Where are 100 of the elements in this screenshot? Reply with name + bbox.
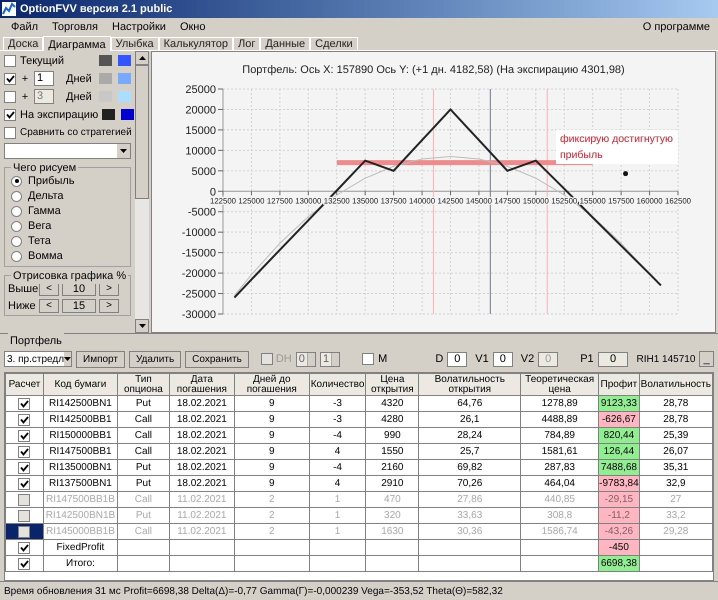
color-swatch[interactable] (99, 73, 112, 84)
checkbox[interactable] (4, 126, 16, 139)
menu-item[interactable]: Настройки (105, 18, 173, 36)
column-header[interactable]: Расчет (6, 374, 44, 396)
days-field[interactable]: 3 (34, 89, 54, 104)
color-swatch[interactable] (102, 109, 116, 120)
table-cell: 6698,38 (598, 556, 640, 572)
checkbox[interactable] (4, 90, 16, 103)
checkbox[interactable] (4, 72, 16, 85)
menu-item[interactable]: О программе (638, 18, 714, 36)
column-header[interactable]: Волатильность (639, 374, 712, 396)
tab[interactable]: Диаграмма (43, 36, 111, 51)
radio-button[interactable] (11, 176, 22, 187)
radio-button[interactable] (11, 236, 22, 247)
radio-button[interactable] (11, 206, 22, 217)
ticker-text: RIH1 145710 (636, 352, 696, 367)
checkbox[interactable] (4, 54, 16, 67)
y-tick-label: 5000 (192, 166, 216, 178)
checkbox[interactable] (18, 462, 30, 474)
minimize-button[interactable]: _ (699, 351, 714, 368)
radio-button[interactable] (11, 190, 22, 202)
menu-item[interactable]: Файл (4, 18, 46, 36)
annotation-text: фиксирую достигнутую прибыль (556, 130, 678, 164)
checkbox[interactable] (18, 430, 30, 442)
checkbox[interactable] (18, 414, 30, 426)
scroll-down-button[interactable] (135, 319, 149, 334)
tab[interactable]: Доска (3, 36, 44, 50)
radio-label: Вега (28, 219, 52, 234)
table-cell: 4488,89 (520, 412, 599, 428)
decrease-button[interactable]: < (39, 299, 59, 314)
checkbox-cell[interactable] (6, 444, 44, 460)
table-cell: Итого: (43, 556, 118, 572)
range-label: Ниже (8, 299, 36, 314)
column-header[interactable]: Дней до погашения (234, 374, 310, 396)
checkbox-cell[interactable] (6, 460, 44, 476)
color-swatch[interactable] (118, 91, 131, 102)
table-cell: 1586,74 (520, 524, 599, 540)
checkbox[interactable] (18, 478, 30, 490)
spin-field[interactable]: 0 (296, 352, 316, 367)
checkbox[interactable] (4, 108, 16, 121)
toolbar-button[interactable]: Удалить (128, 350, 182, 368)
table-cell: RI147500BB1B (43, 492, 118, 508)
column-header[interactable]: Теоретическая цена (520, 374, 599, 396)
strategy-dropdown[interactable]: 3. пр.стредл (4, 351, 72, 368)
table-cell: 18.02.2021 (169, 412, 234, 428)
tab[interactable]: Калькулятор (158, 36, 234, 50)
checkbox[interactable] (18, 446, 30, 458)
table-cell: 9123,33 (598, 396, 640, 412)
spin-field[interactable]: 1 (320, 352, 340, 367)
window-title: OptionFVV версия 2.1 public (20, 2, 172, 17)
column-header[interactable]: Волатильность открытия (418, 374, 521, 396)
table-cell: 2 (234, 492, 310, 508)
checkbox[interactable] (18, 558, 30, 570)
color-swatch[interactable] (99, 55, 112, 66)
color-swatch[interactable] (118, 55, 131, 66)
checkbox-cell[interactable] (6, 540, 44, 556)
checkbox-cell[interactable] (6, 412, 44, 428)
column-header[interactable]: Профит (598, 374, 640, 396)
column-header[interactable]: Количество (309, 374, 366, 396)
table-cell: 287,83 (520, 460, 599, 476)
tab[interactable]: Данные (260, 36, 310, 50)
increase-button[interactable]: > (99, 299, 119, 314)
toolbar-button[interactable]: Импорт (76, 350, 125, 368)
table-cell: RI137500BN1 (43, 476, 118, 492)
checkbox-cell[interactable] (6, 476, 44, 492)
checkbox-cell[interactable] (6, 396, 44, 412)
color-swatch[interactable] (118, 73, 131, 84)
tab[interactable]: Сделки (310, 36, 358, 50)
scrollbar[interactable] (135, 50, 149, 334)
color-swatch[interactable] (121, 109, 134, 120)
menu-item[interactable]: Окно (172, 18, 212, 36)
checkbox[interactable] (362, 353, 374, 366)
checkbox[interactable] (18, 542, 30, 554)
radio-label: Тета (28, 234, 51, 250)
strategy-dropdown[interactable] (4, 142, 131, 159)
tab[interactable]: Лог (233, 36, 260, 50)
table-cell: 11.02.2021 (169, 492, 234, 508)
checkbox-cell[interactable] (6, 556, 44, 572)
toolbar-button[interactable]: Сохранить (185, 350, 249, 368)
menu-item[interactable]: Торговля (45, 18, 105, 36)
table-cell: RI145000BB1B (43, 524, 118, 540)
days-field[interactable]: 1 (34, 71, 54, 86)
checkbox-cell[interactable] (6, 428, 44, 444)
input-field[interactable]: 0 (447, 352, 468, 367)
radio-button[interactable] (11, 220, 22, 232)
scroll-up-button[interactable] (135, 50, 149, 65)
app-icon (2, 2, 16, 16)
table-cell: 2 (234, 508, 310, 524)
column-header[interactable]: Код бумаги (43, 374, 118, 396)
input-field[interactable]: 0 (492, 352, 513, 367)
column-header[interactable]: Тип опциона (117, 374, 170, 396)
column-header[interactable]: Цена открытия (366, 374, 419, 396)
checkbox[interactable] (18, 398, 30, 410)
radio-button[interactable] (11, 250, 22, 262)
input-field[interactable]: 0 (598, 352, 628, 367)
scroll-thumb[interactable] (135, 64, 149, 200)
tab[interactable]: Улыбка (110, 36, 159, 50)
table-cell: 27 (639, 492, 712, 508)
value-field[interactable]: 15 (62, 299, 96, 314)
column-header[interactable]: Дата погашения (169, 374, 234, 396)
